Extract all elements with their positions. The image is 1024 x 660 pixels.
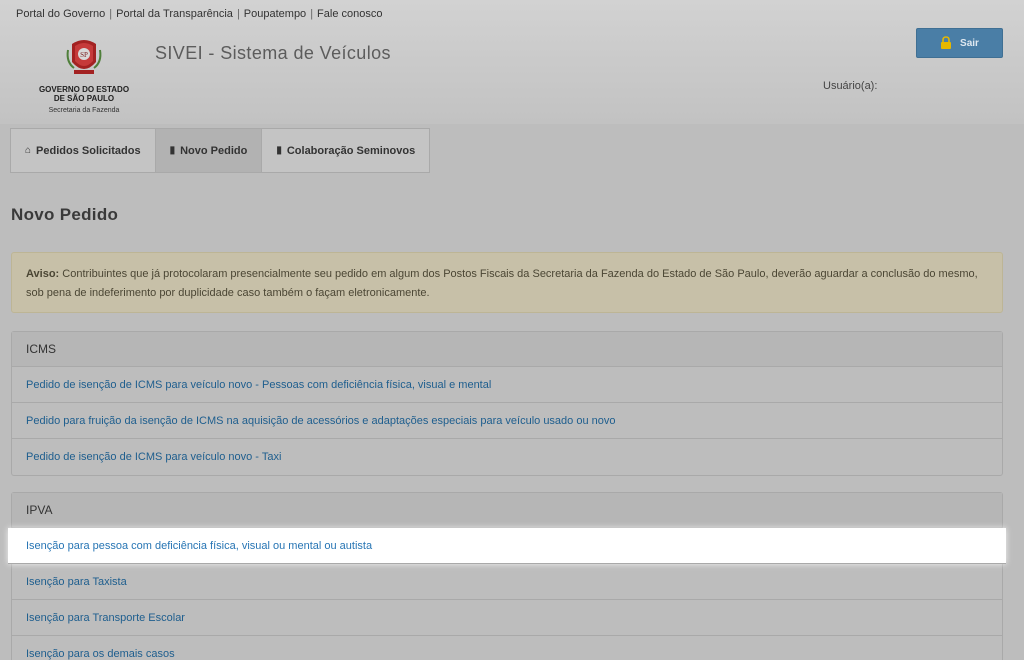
panel-heading-ipva: IPVA xyxy=(12,493,1002,528)
government-logo[interactable]: SP GOVERNO DO ESTADO DE SÃO PAULO Secret… xyxy=(30,36,138,116)
tab-novo-pedido[interactable]: ▮ Novo Pedido xyxy=(155,129,263,172)
page-title: Novo Pedido xyxy=(11,205,119,224)
sp-coat-of-arms-icon: SP xyxy=(66,40,102,74)
logout-label: Sair xyxy=(960,37,979,49)
separator: | xyxy=(236,8,240,20)
warning-alert: Aviso: Contribuintes que já protocolaram… xyxy=(11,252,1003,313)
logo-line-2: DE SÃO PAULO xyxy=(53,94,115,103)
link-fale-conosco[interactable]: Fale conosco xyxy=(317,8,382,20)
logo-line-1: GOVERNO DO ESTADO xyxy=(38,85,130,94)
link-poupatempo[interactable]: Poupatempo xyxy=(244,8,306,20)
top-links-bar: Portal do Governo | Portal da Transparênci… xyxy=(16,8,382,20)
separator: | xyxy=(109,8,113,20)
panel-ipva: IPVA Isenção para pessoa com deficiência… xyxy=(8,492,1006,660)
link-icms-acessorios[interactable]: Pedido para fruição da isenção de ICMS n… xyxy=(12,403,1002,439)
user-label: Usuário(a): xyxy=(823,80,878,92)
panel-icms: ICMS Pedido de isenção de ICMS para veíc… xyxy=(11,331,1003,476)
logo-line-3: Secretaria da Fazenda xyxy=(48,107,120,114)
tab-colaboracao-seminovos[interactable]: ▮ Colaboração Seminovos xyxy=(262,129,429,172)
tab-label: Novo Pedido xyxy=(180,144,248,157)
link-icms-taxi[interactable]: Pedido de isenção de ICMS para veículo n… xyxy=(12,439,1002,475)
app-title: SIVEI - Sistema de Veículos xyxy=(155,43,391,63)
tab-label: Pedidos Solicitados xyxy=(36,144,141,157)
link-portal-transparencia[interactable]: Portal da Transparência xyxy=(116,8,233,20)
link-ipva-transporte-escolar[interactable]: Isenção para Transporte Escolar xyxy=(12,600,1002,636)
panel-heading-icms: ICMS xyxy=(12,332,1002,367)
document-icon: ▮ xyxy=(169,145,176,156)
link-ipva-deficiencia[interactable]: Isenção para pessoa com deficiência físi… xyxy=(8,528,1006,564)
link-icms-deficiencia[interactable]: Pedido de isenção de ICMS para veículo n… xyxy=(12,367,1002,403)
alert-prefix: Aviso: xyxy=(26,268,60,280)
home-icon: ⌂ xyxy=(25,145,32,156)
logout-button[interactable]: Sair xyxy=(916,28,1003,58)
alert-text: Contribuintes que já protocolaram presen… xyxy=(26,268,978,299)
link-ipva-taxista[interactable]: Isenção para Taxista xyxy=(12,564,1002,600)
svg-text:SP: SP xyxy=(80,51,88,59)
document-icon: ▮ xyxy=(276,145,282,156)
link-ipva-demais-casos[interactable]: Isenção para os demais casos xyxy=(12,636,1002,660)
page-header: Portal do Governo | Portal da Transparênci… xyxy=(0,0,1024,124)
tab-label: Colaboração Seminovos xyxy=(286,144,416,157)
separator: | xyxy=(310,8,314,20)
main-tabs: ⌂ Pedidos Solicitados ▮ Novo Pedido ▮ Co… xyxy=(10,128,431,173)
tab-pedidos-solicitados[interactable]: ⌂ Pedidos Solicitados xyxy=(11,129,156,172)
link-portal-governo[interactable]: Portal do Governo xyxy=(16,8,105,20)
lock-icon xyxy=(941,36,952,49)
